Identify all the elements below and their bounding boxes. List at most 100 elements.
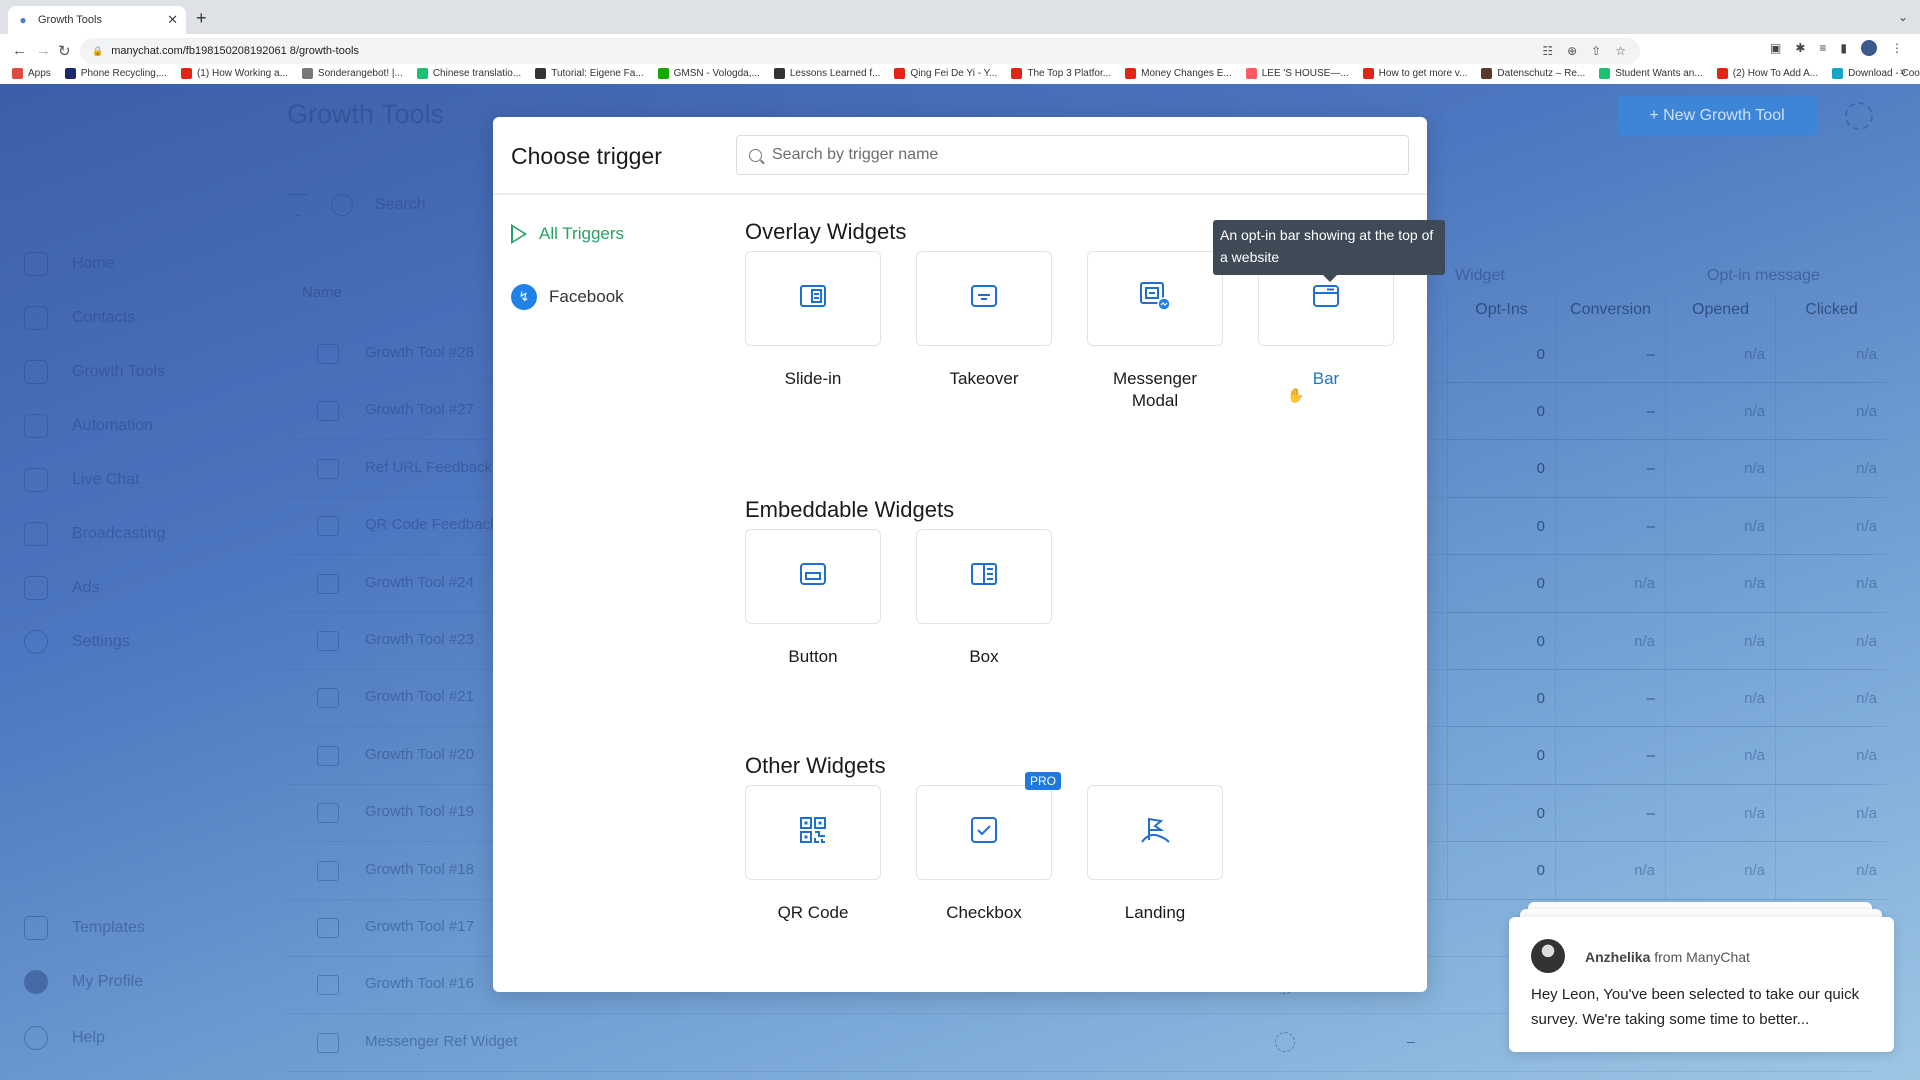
cell-optins: 0 [1447,555,1555,613]
column-header-conversion[interactable]: Conversion [1555,293,1665,326]
bookmark-item[interactable]: Phone Recycling,... [64,67,167,79]
widget-card-messenger-modal[interactable]: Messenger Modal [1087,251,1223,412]
widget-card-tile[interactable] [916,251,1052,346]
bookmark-item[interactable]: Sonderangebot! |... [301,67,403,79]
sidebar-item-settings[interactable]: Settings [24,630,130,654]
widget-card-checkbox[interactable]: PRO Checkbox [916,772,1061,924]
page-title: Growth Tools [287,99,445,129]
widget-card-tile[interactable] [1087,785,1223,880]
widget-card-tile[interactable] [1087,251,1223,346]
facebook-extension-icon[interactable]: ▣ [1770,41,1781,55]
trigger-search-input[interactable] [772,146,1372,164]
widget-card-slide-in[interactable]: Slide-in [745,251,881,390]
bookmark-item[interactable]: Money Changes E... [1125,67,1232,79]
help-icon [24,1026,48,1050]
bookmark-item[interactable]: Lessons Learned f... [773,67,880,79]
modal-divider [493,193,1427,195]
widget-card-label: Takeover [949,369,1019,388]
sidebar-item-label: Automation [72,417,153,434]
search-icon[interactable] [331,194,353,216]
widget-card-tile[interactable] [745,251,881,346]
close-tab-icon[interactable]: ✕ [167,12,178,28]
reload-button[interactable]: ↻ [58,42,71,60]
bookmark-item[interactable]: Qing Fei De Yi - Y... [894,67,997,79]
widget-card-button[interactable]: Button [745,529,881,668]
bookmark-star-icon[interactable]: ☆ [1615,44,1626,58]
bookmark-item[interactable]: Download - Cooki... [1832,67,1920,79]
search-placeholder[interactable]: Search [375,196,426,214]
qr-code-icon [317,401,339,422]
sidebar-item-templates[interactable]: Templates [24,916,145,940]
widget-card-box[interactable]: Box [916,529,1052,668]
widget-card-tile[interactable] [916,529,1052,624]
cell-clicked: n/a [1775,727,1887,785]
name-column-header[interactable]: Name [302,284,342,301]
back-button[interactable]: ← [12,42,27,59]
gear-icon [24,630,48,654]
sidebar-item-ads[interactable]: Ads [24,576,100,600]
bookmark-item[interactable]: Student Wants an... [1599,67,1703,79]
sidebar-item-growth-tools[interactable]: Growth Tools [24,360,165,384]
trigger-search-field[interactable] [736,135,1409,175]
sidebar-item-live-chat[interactable]: Live Chat [24,468,140,492]
widget-card-takeover[interactable]: Takeover [916,251,1052,390]
manychat-favicon-icon: ● [19,13,27,27]
bookmark-item[interactable]: LEE 'S HOUSE—... [1245,67,1349,79]
row-name: Growth Tool #17 [365,918,474,935]
browser-menu-icon[interactable]: ⋮ [1891,41,1903,55]
bookmark-item[interactable]: GMSN - Vologda,... [657,67,760,79]
forward-button[interactable]: → [36,42,51,59]
column-header-clicked[interactable]: Clicked [1775,293,1887,326]
bookmark-item[interactable]: Datenschutz – Re... [1481,67,1585,79]
widget-card-tile[interactable] [745,785,881,880]
row-name: Growth Tool #18 [365,860,474,878]
widget-card-tile[interactable]: PRO [916,772,1061,880]
share-icon[interactable]: ⇧ [1591,44,1601,58]
cell-opened: n/a [1665,613,1775,670]
gear-icon[interactable] [1845,102,1873,130]
new-growth-tool-button[interactable]: + New Growth Tool [1617,96,1817,136]
more-bookmarks-icon[interactable]: » [1900,66,1906,78]
youtube-icon [180,67,192,79]
bookmark-item[interactable]: How to get more v... [1362,67,1467,79]
column-header-opened[interactable]: Opened [1665,293,1775,326]
row-name: Growth Tool #21 [365,688,474,706]
tab-search-chevron-icon[interactable]: ⌄ [1898,10,1908,24]
sidebar-item-broadcasting[interactable]: Broadcasting [24,522,165,546]
url-bar[interactable]: 🔒 manychat.com/fb198150208192061 8/growt… [80,38,1640,64]
sidebar-item-my-profile[interactable]: My Profile [24,970,143,994]
qr-code-icon [797,814,829,851]
cell-conversion: – [1555,440,1665,498]
chat-message-popup[interactable]: Anzhelika from ManyChat Hey Leon, You've… [1509,917,1894,1052]
bookmark-item[interactable]: Apps [12,67,51,79]
filter-icon[interactable] [287,194,309,216]
cell-clicked: n/a [1775,498,1887,556]
new-tab-button[interactable]: + [196,8,207,29]
sidebar-item-home[interactable]: Home [24,252,115,276]
bookmark-item[interactable]: (2) How To Add A... [1716,67,1818,79]
sidebar-item-automation[interactable]: Automation [24,414,153,438]
extensions-puzzle-icon[interactable]: ✱ [1795,41,1805,55]
row-settings-gear-icon[interactable] [1275,1031,1295,1052]
sidebar-item-label: Templates [72,919,145,936]
bookmark-item[interactable]: Tutorial: Eigene Fa... [535,67,644,79]
t-circle-icon [1599,67,1611,79]
hash-icon [535,67,547,79]
side-panel-icon[interactable]: ▮ [1840,41,1847,55]
bookmark-item[interactable]: (1) How Working a... [180,67,288,79]
widget-card-qr-code[interactable]: QR Code [745,785,881,924]
column-header-opt-ins[interactable]: Opt-Ins [1447,293,1555,326]
zoom-icon[interactable]: ⊕ [1567,44,1577,58]
nav-facebook[interactable]: ↯ Facebook [511,284,624,310]
widget-card-tile[interactable] [745,529,881,624]
bookmark-item[interactable]: The Top 3 Platfor... [1011,67,1111,79]
profile-avatar[interactable] [1861,40,1878,56]
bookmark-item[interactable]: Chinese translatio... [416,67,521,79]
sidebar-item-contacts[interactable]: Contacts [24,306,135,330]
nav-all-triggers[interactable]: All Triggers [511,224,624,244]
widget-card-landing[interactable]: Landing [1087,785,1223,924]
reading-list-icon[interactable]: ≡ [1819,41,1826,55]
sidebar-item-help[interactable]: Help [24,1026,105,1050]
translate-icon[interactable]: ☷ [1542,44,1553,58]
browser-tab[interactable]: ● Growth Tools ✕ [8,6,186,34]
